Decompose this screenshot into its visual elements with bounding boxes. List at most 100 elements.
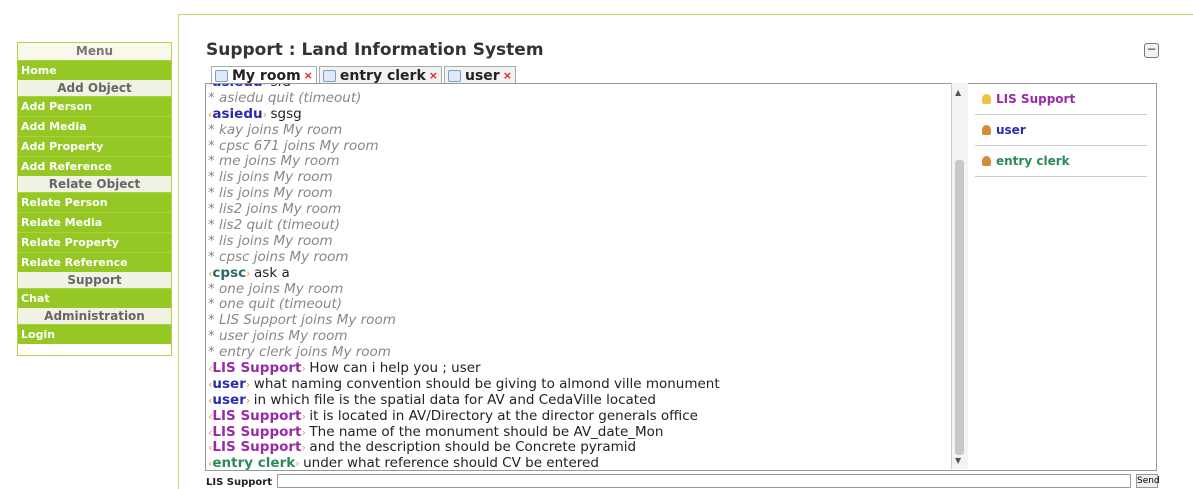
message-nick[interactable]: LIS Support (212, 439, 301, 456)
message-nick[interactable]: LIS Support (212, 424, 301, 440)
side-menu: Menu Home Add Object Add Person Add Medi… (17, 42, 172, 356)
message-nick[interactable]: entry clerk (212, 455, 295, 470)
person-icon (982, 156, 991, 166)
scrollbar-thumb[interactable] (955, 160, 964, 455)
system-message-text: * entry clerk joins My room (208, 344, 391, 361)
collapse-button[interactable]: − (1144, 43, 1159, 58)
system-message-text: * cpsc joins My room (208, 248, 349, 265)
menu-item-relate-person[interactable]: Relate Person (18, 192, 171, 212)
chat-message: * lis2 quit (timeout) (206, 217, 941, 234)
system-message-text: * lis joins My room (208, 169, 333, 186)
chat-message: ‹LIS Support› it is located in AV/Direct… (206, 407, 941, 425)
nick-close-icon: › (263, 84, 271, 89)
nick-close-icon: › (245, 377, 254, 391)
close-icon[interactable]: × (429, 69, 438, 82)
close-icon[interactable]: × (503, 69, 512, 82)
chat-message: ‹entry clerk› under what reference shoul… (206, 455, 941, 470)
chat-message: * user joins My room (206, 328, 941, 345)
chat-message: * entry clerk joins My room (206, 344, 941, 361)
menu-item-add-person[interactable]: Add Person (18, 96, 171, 116)
message-text: The name of the monument should be AV_da… (309, 423, 664, 440)
menu-item-relate-reference[interactable]: Relate Reference (18, 252, 171, 272)
chat-message: ‹user› in which file is the spatial data… (206, 391, 941, 409)
system-message-text: * LIS Support joins My room (208, 312, 396, 329)
system-message-text: * user joins My room (208, 328, 348, 345)
scroll-up-icon[interactable]: ▲ (955, 88, 961, 97)
menu-section-support: Support (18, 272, 171, 288)
tab-label: entry clerk (339, 67, 426, 84)
menu-item-home[interactable]: Home (18, 60, 171, 80)
message-text: in which file is the spatial data for AV… (253, 391, 656, 408)
message-text: and the description should be Concrete p… (309, 439, 637, 456)
message-nick[interactable]: cpsc (212, 265, 246, 281)
system-message-text: * lis joins My room (208, 232, 333, 249)
message-input[interactable] (277, 474, 1131, 488)
menu-item-add-media[interactable]: Add Media (18, 116, 171, 136)
private-chat-icon (447, 69, 461, 82)
tab-user[interactable]: user × (443, 66, 516, 84)
nick-close-icon: › (262, 107, 271, 121)
message-text: what naming convention should be giving … (253, 375, 720, 392)
menu-item-add-reference[interactable]: Add Reference (18, 156, 171, 176)
close-icon[interactable]: × (304, 69, 313, 82)
shield-icon (982, 94, 991, 104)
nick-close-icon: › (295, 457, 304, 470)
message-text: under what reference should CV be entere… (303, 455, 599, 470)
nick-close-icon: › (245, 393, 254, 407)
message-text: sgsg (270, 105, 302, 122)
input-nick-label: LIS Support (206, 477, 272, 488)
message-text: ask a (254, 264, 290, 281)
chat-message: ‹asiedu› sgsg (206, 105, 941, 123)
chat-message: * one quit (timeout) (206, 297, 941, 313)
menu-item-relate-media[interactable]: Relate Media (18, 212, 171, 232)
menu-item-add-property[interactable]: Add Property (18, 136, 171, 156)
tab-my-room[interactable]: My room × (211, 66, 317, 84)
chat-message: * asiedu quit (timeout) (206, 89, 941, 107)
system-message-text: * cpsc 671 joins My room (208, 137, 379, 154)
user-list: LIS Support user entry clerk (972, 83, 1157, 471)
nick-close-icon: › (246, 266, 255, 280)
message-nick[interactable]: LIS Support (212, 408, 301, 424)
chat-message: ‹user› what naming convention should be … (206, 375, 941, 393)
chat-message: ‹LIS Support› and the description should… (206, 440, 941, 456)
system-message-text: * lis joins My room (208, 185, 333, 202)
message-nick[interactable]: LIS Support (212, 360, 301, 376)
send-button[interactable]: Send (1136, 474, 1160, 488)
chat-message: * lis2 joins My room (206, 201, 941, 218)
room-icon (215, 69, 228, 82)
menu-title: Menu (18, 43, 171, 60)
tab-label: user (464, 67, 500, 84)
system-message-text: * one joins My room (208, 280, 344, 297)
scroll-down-icon[interactable]: ▼ (955, 456, 961, 465)
message-nick[interactable]: user (212, 392, 245, 408)
message-nick[interactable]: asiedu (212, 106, 262, 122)
user-name: user (996, 123, 1026, 137)
user-list-item[interactable]: user (975, 115, 1147, 146)
chat-message: * LIS Support joins My room (206, 312, 941, 329)
message-nick[interactable]: user (212, 376, 245, 392)
private-chat-icon (322, 69, 336, 82)
system-message-text: * asiedu quit (timeout) (208, 89, 362, 106)
user-list-item[interactable]: LIS Support (975, 84, 1147, 115)
chat-message: ‹LIS Support› How can i help you ; user (206, 360, 941, 377)
chat-message: * me joins My room (206, 154, 941, 170)
system-message-text: * one quit (timeout) (208, 296, 343, 313)
system-message-text: * kay joins My room (208, 121, 343, 138)
chat-message: * lis joins My room (206, 169, 941, 186)
menu-section-relate: Relate Object (18, 176, 171, 192)
user-name: entry clerk (996, 154, 1070, 168)
chat-tabs: My room × entry clerk × user × (211, 66, 516, 84)
menu-item-login[interactable]: Login (18, 324, 171, 344)
menu-item-relate-property[interactable]: Relate Property (18, 232, 171, 252)
message-text: How can i help you ; user (309, 360, 481, 377)
system-message-text: * lis2 quit (timeout) (208, 217, 341, 234)
menu-item-chat[interactable]: Chat (18, 288, 171, 308)
menu-section-add: Add Object (18, 80, 171, 96)
message-text: it is located in AV/Directory at the dir… (309, 407, 698, 424)
chat-message: ‹LIS Support› The name of the monument s… (206, 423, 941, 441)
page-title: Support : Land Information System (206, 40, 544, 60)
user-list-item[interactable]: entry clerk (975, 146, 1147, 177)
tab-entry-clerk[interactable]: entry clerk × (318, 66, 442, 84)
chat-message: * kay joins My room (206, 121, 941, 139)
chat-message: ‹cpsc› ask a (206, 264, 941, 282)
